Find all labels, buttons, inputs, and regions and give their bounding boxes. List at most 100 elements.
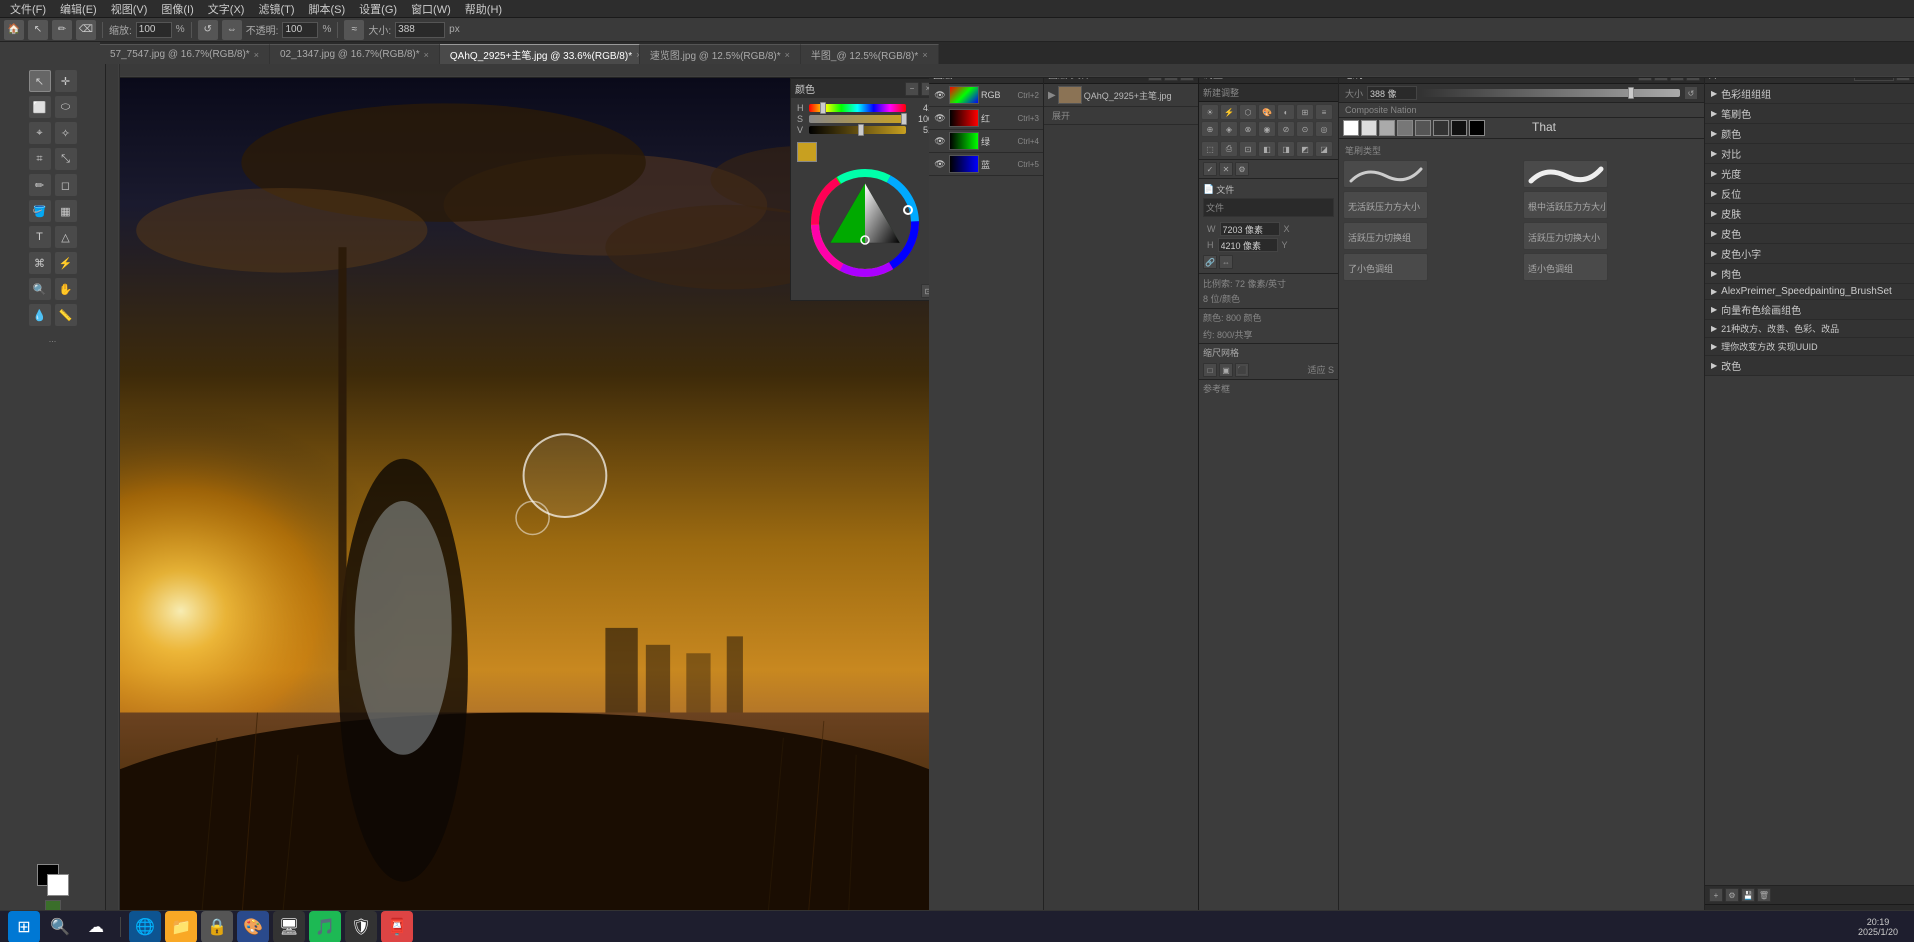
adj-filter6[interactable]: ⊙	[1296, 121, 1314, 137]
size-input[interactable]	[395, 22, 445, 38]
rotate-icon[interactable]: ↺	[198, 20, 218, 40]
adj-ok-btn[interactable]: ✓	[1203, 162, 1217, 176]
color-wheel-svg[interactable]	[810, 168, 920, 278]
preset-5[interactable]: 活跃压力切换组	[1343, 222, 1428, 250]
thumb-large-btn[interactable]: ⬛	[1235, 363, 1249, 377]
mirror-icon[interactable]: ⇔	[222, 20, 242, 40]
taskbar-krita-icon[interactable]: 🎨	[237, 911, 269, 942]
menu-help[interactable]: 帮助(H)	[459, 0, 508, 18]
zoom-input[interactable]	[136, 22, 172, 38]
menu-text[interactable]: 文字(X)	[202, 0, 251, 18]
section-natural[interactable]: ▶ 理你改变方改 实现UUID	[1705, 338, 1914, 356]
channel-green-vis[interactable]: 👁	[933, 134, 947, 148]
brush-size-thumb[interactable]	[1628, 87, 1634, 99]
adj-colorize[interactable]: 🎨	[1258, 104, 1276, 120]
adj-filter3[interactable]: ⊗	[1239, 121, 1257, 137]
menu-file[interactable]: 文件(F)	[4, 0, 52, 18]
section-skinsmall[interactable]: ▶ 皮色小字	[1705, 244, 1914, 264]
shape-tool[interactable]: △	[55, 226, 77, 248]
taskbar-windows-icon[interactable]: ⊞	[8, 911, 40, 942]
channel-blue[interactable]: 👁 蓝 Ctrl+5	[929, 153, 1043, 176]
taskbar-monitor-icon[interactable]: 🖥	[273, 911, 305, 942]
text-tool[interactable]: T	[29, 226, 51, 248]
adj-threshold[interactable]: ⊞	[1296, 104, 1314, 120]
image-expand-icon[interactable]: ▶	[1048, 90, 1056, 101]
color-picker-close[interactable]: ×	[921, 82, 929, 96]
hue-thumb[interactable]	[820, 102, 826, 114]
sat-thumb[interactable]	[901, 113, 907, 125]
adj2-1[interactable]: ⬚	[1201, 141, 1219, 157]
swatch-black[interactable]	[1451, 120, 1467, 136]
preset-7[interactable]: 了小色调组	[1343, 253, 1428, 281]
taskbar-search-icon[interactable]: 🔍	[44, 911, 76, 942]
taskbar-widgets-icon[interactable]: ☁	[80, 911, 112, 942]
section-light[interactable]: ▶ 光度	[1705, 164, 1914, 184]
rect-select-tool[interactable]: ⬜	[29, 96, 51, 118]
taskbar-shield-icon[interactable]: 🛡	[345, 911, 377, 942]
thumb-medium-btn[interactable]: ▣	[1219, 363, 1233, 377]
channel-blue-vis[interactable]: 👁	[933, 157, 947, 171]
section-skin[interactable]: ▶ 皮肤	[1705, 204, 1914, 224]
dock-settings-btn2[interactable]: ⚙	[1725, 888, 1739, 902]
adj-filter4[interactable]: ◉	[1258, 121, 1276, 137]
adj2-2[interactable]: ⎙	[1220, 141, 1238, 157]
adj-color-balance[interactable]: ≡	[1315, 104, 1333, 120]
menu-settings[interactable]: 设置(G)	[353, 0, 403, 18]
canvas-area[interactable]: 颜色 − × H 41 S 100	[120, 78, 929, 924]
swatch-lgray[interactable]	[1361, 120, 1377, 136]
brush-tool[interactable]: ✏	[29, 174, 51, 196]
measure-tool[interactable]: 📏	[55, 304, 77, 326]
section-vector[interactable]: ▶ 向量布色绘画组色	[1705, 300, 1914, 320]
magic-wand-tool[interactable]: ✧	[55, 122, 77, 144]
tab-4[interactable]: 半图_@ 12.5%(RGB/8)* ×	[801, 44, 939, 64]
gradient-tool[interactable]: ▦	[55, 200, 77, 222]
transform-tool[interactable]: ⤡	[55, 148, 77, 170]
swatch-white[interactable]	[1343, 120, 1359, 136]
tab-close-4[interactable]: ×	[922, 50, 927, 60]
adj-brightness[interactable]: ◐	[1277, 104, 1295, 120]
fill-tool[interactable]: 🪣	[29, 200, 51, 222]
menu-window[interactable]: 窗口(W)	[405, 0, 457, 18]
preset-3[interactable]: 无活跃压力方大小	[1343, 191, 1428, 219]
adj2-5[interactable]: ◨	[1277, 141, 1295, 157]
taskbar-mail-icon[interactable]: 📮	[381, 911, 413, 942]
adj-filter5[interactable]: ⊘	[1277, 121, 1295, 137]
height-input[interactable]	[1218, 238, 1278, 252]
hue-track[interactable]	[809, 104, 906, 112]
adj2-3[interactable]: ⊡	[1239, 141, 1257, 157]
dock-delete-btn[interactable]: 🗑	[1757, 888, 1771, 902]
swatch-dk[interactable]	[1415, 120, 1431, 136]
adj-levels[interactable]: ☀	[1201, 104, 1219, 120]
tab-0[interactable]: 57_7547.jpg @ 16.7%(RGB/8)* ×	[100, 44, 270, 64]
section-skincolor[interactable]: ▶ 皮色	[1705, 224, 1914, 244]
background-color[interactable]	[47, 874, 69, 896]
tab-close-0[interactable]: ×	[254, 50, 259, 60]
channel-rgb-vis[interactable]: 👁	[933, 88, 947, 102]
section-alex[interactable]: ▶ AlexPreimer_Speedpainting_BrushSet	[1705, 284, 1914, 300]
val-thumb[interactable]	[858, 124, 864, 136]
zoom-tool[interactable]: 🔍	[29, 278, 51, 300]
prop-ratio-btn[interactable]: ⇔	[1219, 255, 1233, 269]
adj2-7[interactable]: ◪	[1315, 141, 1333, 157]
taskbar-lock-icon[interactable]: 🔒	[201, 911, 233, 942]
hand-tool[interactable]: ✋	[55, 278, 77, 300]
channel-red[interactable]: 👁 红 Ctrl+3	[929, 107, 1043, 130]
eraser-tool[interactable]: ◻	[55, 174, 77, 196]
brush-size-slider[interactable]	[1421, 89, 1680, 97]
path-tool[interactable]: ⚡	[55, 252, 77, 274]
dock-add-btn[interactable]: +	[1709, 888, 1723, 902]
tab-close-3[interactable]: ×	[785, 50, 790, 60]
menu-filter[interactable]: 滤镜(T)	[252, 0, 300, 18]
brush-tool-icon[interactable]: ✏	[52, 20, 72, 40]
swatch-vblack[interactable]	[1469, 120, 1485, 136]
menu-image[interactable]: 图像(I)	[155, 0, 199, 18]
channel-rgb[interactable]: 👁 RGB Ctrl+2	[929, 84, 1043, 107]
preset-2[interactable]	[1523, 160, 1608, 188]
lasso-tool[interactable]: ⌖	[29, 122, 51, 144]
section-brushcolor[interactable]: ▶ 笔刷色	[1705, 104, 1914, 124]
section-reverse[interactable]: ▶ 反位	[1705, 184, 1914, 204]
section-color[interactable]: ▶ 颜色	[1705, 124, 1914, 144]
menu-view[interactable]: 视图(V)	[105, 0, 154, 18]
section-21types[interactable]: ▶ 21种改方、改善、色彩、改品	[1705, 320, 1914, 338]
current-color-swatch[interactable]	[797, 142, 817, 162]
